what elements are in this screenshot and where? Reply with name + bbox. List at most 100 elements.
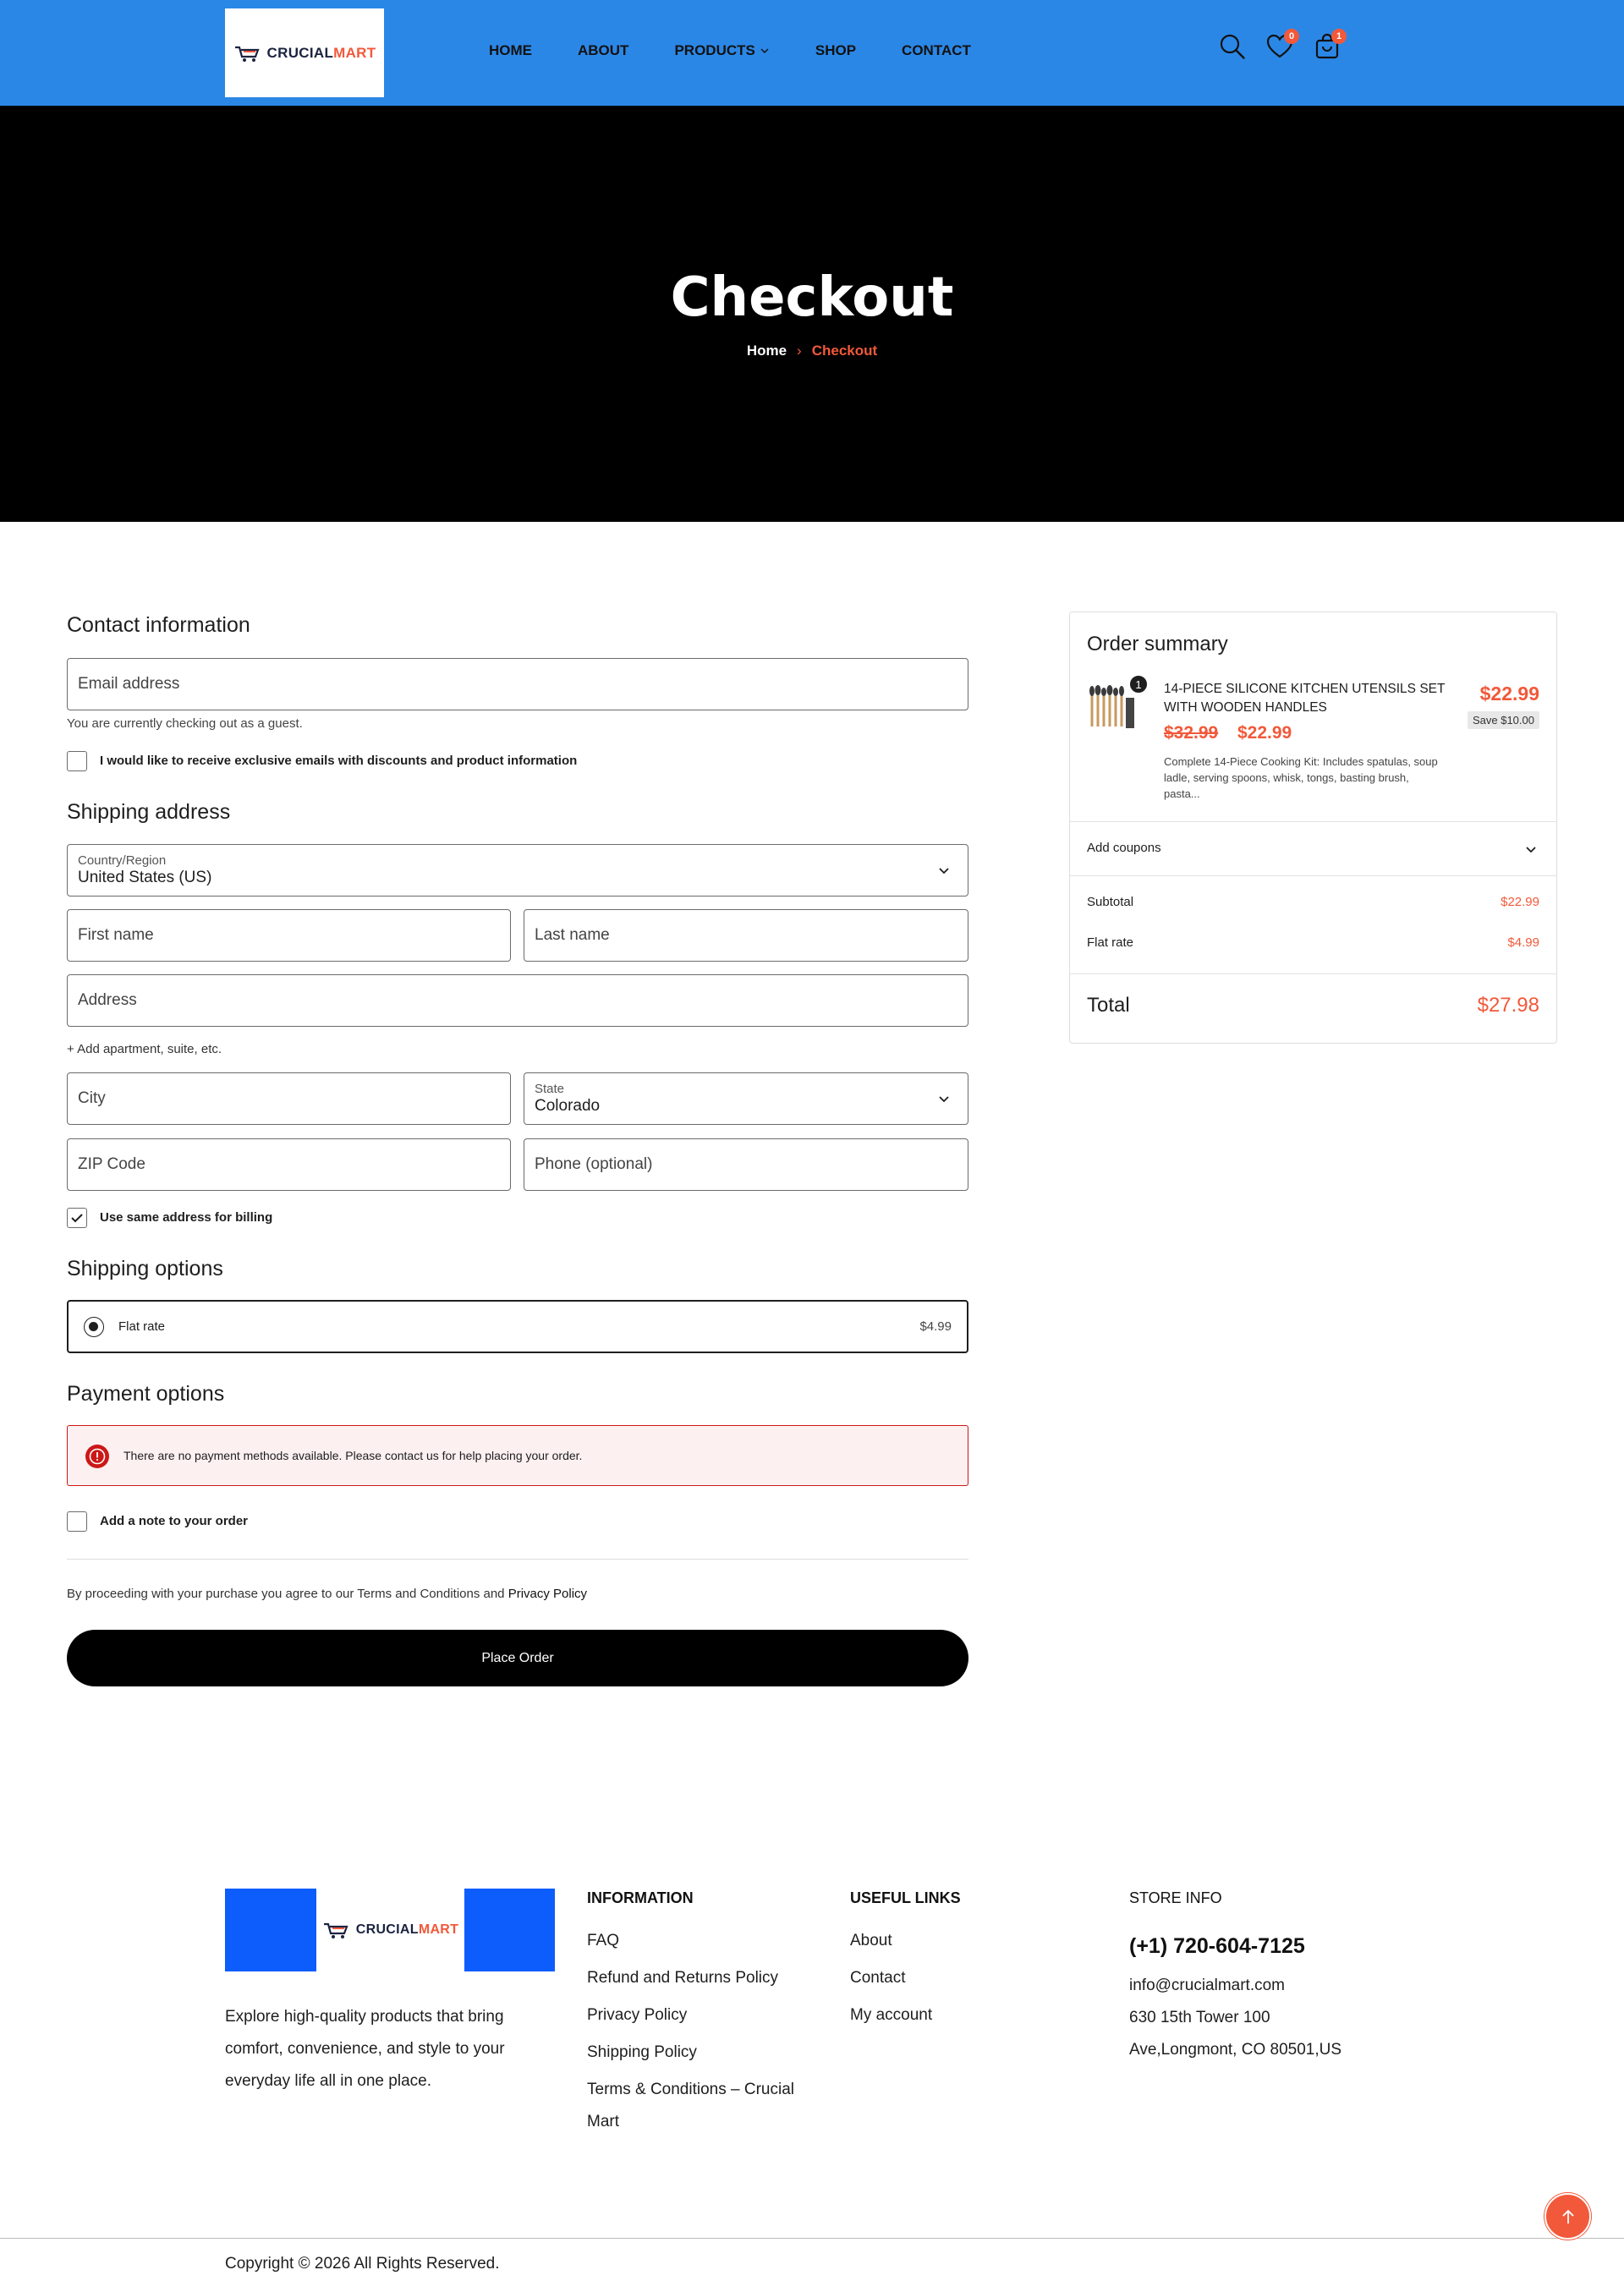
payment-error-notice: There are no payment methods available. … [67, 1425, 968, 1486]
phone-placeholder: Phone (optional) [535, 1155, 653, 1173]
order-note-label: Add a note to your order [100, 1514, 249, 1528]
nav-about[interactable]: ABOUT [578, 42, 628, 59]
footer-link-faq[interactable]: FAQ [587, 1922, 820, 1960]
arrow-up-icon [1561, 2209, 1574, 2223]
savings-badge: Save $10.00 [1467, 711, 1539, 729]
site-header: CRUCIAL MART HOME ABOUT PRODUCTS SHOP CON… [0, 0, 1624, 106]
nav-contact[interactable]: CONTACT [902, 42, 971, 59]
line-total: $22.99 [1479, 683, 1539, 705]
order-note-checkbox[interactable] [67, 1511, 87, 1532]
shipping-options-title: Shipping options [67, 1257, 223, 1280]
cart-button[interactable]: 1 [1313, 29, 1347, 61]
site-logo[interactable]: CRUCIAL MART [225, 8, 384, 97]
footer-link-contact[interactable]: Contact [850, 1960, 1083, 1997]
contact-info-title: Contact information [67, 613, 250, 637]
order-summary: Order summary 1 14-PIECE SILICONE KITCHE… [1069, 611, 1557, 1044]
city-field[interactable]: City [67, 1072, 511, 1125]
main-nav: HOME ABOUT PRODUCTS SHOP CONTACT [489, 42, 971, 59]
footer-useful-links: About Contact My account [850, 1922, 1083, 2034]
divider [1070, 973, 1556, 974]
check-icon [71, 1214, 83, 1223]
subtotal-value: $22.99 [1501, 895, 1539, 909]
state-select[interactable]: State Colorado [524, 1072, 968, 1125]
alert-icon [85, 1445, 109, 1468]
search-icon [1220, 34, 1245, 59]
store-phone[interactable]: (+1) 720-604-7125 [1129, 1934, 1305, 1959]
breadcrumb-current: Checkout [811, 343, 878, 359]
item-quantity-badge: 1 [1128, 674, 1149, 694]
chevron-down-icon[interactable] [1524, 842, 1538, 856]
store-address-line2: Ave,Longmont, CO 80501,US [1129, 2041, 1342, 2059]
billing-same-label: Use same address for billing [100, 1210, 273, 1225]
footer-logo[interactable]: CRUCIAL MART [225, 1889, 555, 1971]
logo-text-part2: MART [333, 44, 376, 61]
city-placeholder: City [78, 1089, 106, 1107]
payment-options-title: Payment options [67, 1382, 225, 1406]
first-name-field[interactable]: First name [67, 909, 511, 962]
shipping-fee-value: $4.99 [1507, 935, 1539, 950]
footer-store-info-title: STORE INFO [1129, 1889, 1222, 1906]
payment-error-text: There are no payment methods available. … [123, 1449, 583, 1462]
divider [1070, 875, 1556, 876]
add-apartment-link[interactable]: + Add apartment, suite, etc. [67, 1042, 222, 1056]
footer-link-refund[interactable]: Refund and Returns Policy [587, 1960, 820, 1997]
last-name-placeholder: Last name [535, 926, 610, 944]
first-name-placeholder: First name [78, 926, 154, 944]
address-placeholder: Address [78, 991, 137, 1009]
product-thumbnail[interactable] [1087, 683, 1136, 732]
shipping-option-flat-rate[interactable]: Flat rate $4.99 [67, 1300, 968, 1353]
phone-field[interactable]: Phone (optional) [524, 1138, 968, 1191]
newsletter-checkbox[interactable] [67, 751, 87, 771]
store-contact-details: info@crucialmart.com 630 15th Tower 100 … [1129, 1970, 1383, 2066]
search-button[interactable] [1218, 32, 1247, 61]
divider [1070, 821, 1556, 822]
order-summary-title: Order summary [1087, 633, 1228, 655]
footer-link-terms[interactable]: Terms & Conditions – Crucial Mart [587, 2071, 820, 2141]
footer-link-privacy[interactable]: Privacy Policy [587, 1997, 820, 2034]
email-field[interactable]: Email address [67, 658, 968, 710]
cart-logo-icon [234, 46, 260, 62]
subtotal-label: Subtotal [1087, 895, 1134, 909]
breadcrumb: Home › Checkout [0, 343, 1624, 359]
privacy-policy-link[interactable]: Privacy Policy [508, 1587, 587, 1601]
terms-notice: By proceeding with your purchase you agr… [67, 1587, 587, 1601]
add-coupons-toggle[interactable]: Add coupons [1087, 841, 1161, 855]
product-name[interactable]: 14-PIECE SILICONE KITCHEN UTENSILS SET W… [1164, 680, 1447, 717]
footer-link-shipping[interactable]: Shipping Policy [587, 2034, 820, 2071]
total-value: $27.98 [1477, 994, 1539, 1017]
breadcrumb-home[interactable]: Home [747, 343, 787, 359]
zip-placeholder: ZIP Code [78, 1155, 145, 1173]
product-description: Complete 14-Piece Cooking Kit: Includes … [1164, 755, 1438, 800]
country-select[interactable]: Country/Region United States (US) [67, 844, 968, 897]
last-name-field[interactable]: Last name [524, 909, 968, 962]
zip-field[interactable]: ZIP Code [67, 1138, 511, 1191]
shipping-fee-label: Flat rate [1087, 935, 1134, 950]
billing-same-checkbox[interactable] [67, 1208, 87, 1228]
footer-useful-links-title: USEFUL LINKS [850, 1889, 961, 1906]
store-email[interactable]: info@crucialmart.com [1129, 1970, 1383, 2002]
product-sale-price: $22.99 [1237, 723, 1292, 743]
footer-link-account[interactable]: My account [850, 1997, 1083, 2034]
scroll-to-top-button[interactable] [1544, 2193, 1591, 2240]
state-value: Colorado [535, 1097, 601, 1115]
country-label: Country/Region [78, 853, 167, 868]
place-order-button[interactable]: Place Order [67, 1630, 968, 1686]
product-old-price: $32.99 [1164, 723, 1219, 743]
logo-text-part1: CRUCIAL [266, 44, 334, 61]
total-label: Total [1087, 994, 1130, 1017]
shipping-option-label: Flat rate [118, 1319, 166, 1334]
footer-link-about[interactable]: About [850, 1922, 1083, 1960]
shipping-option-radio[interactable] [84, 1317, 104, 1337]
chevron-down-icon [939, 1096, 949, 1103]
country-value: United States (US) [78, 869, 212, 886]
nav-shop[interactable]: SHOP [815, 42, 856, 59]
page-title: Checkout [670, 266, 954, 329]
address-field[interactable]: Address [67, 974, 968, 1027]
divider [67, 1559, 968, 1560]
nav-products[interactable]: PRODUCTS [674, 42, 769, 59]
page-hero: Checkout Home › Checkout [0, 106, 1624, 522]
cart-count-badge: 1 [1331, 29, 1347, 44]
wishlist-button[interactable]: 0 [1265, 29, 1299, 61]
nav-home[interactable]: HOME [489, 42, 532, 59]
header-actions: 0 1 [1218, 29, 1347, 61]
